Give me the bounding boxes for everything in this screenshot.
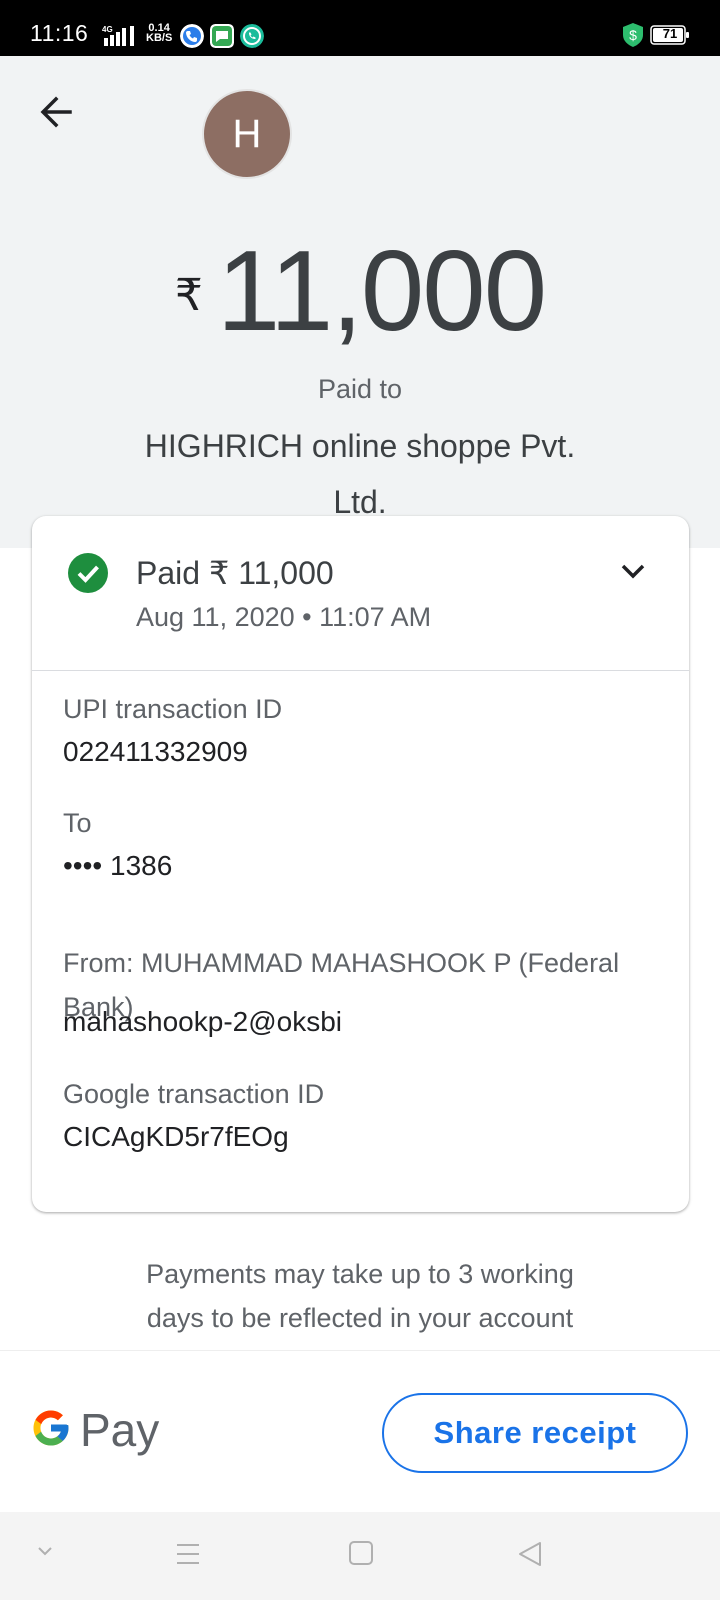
- system-navigation-bar: [0, 1512, 720, 1600]
- home-square-icon[interactable]: [348, 1540, 374, 1566]
- whatsapp-icon: [240, 24, 264, 48]
- status-time: 11:16: [30, 20, 89, 46]
- check-circle-icon: [68, 553, 108, 593]
- back-triangle-icon[interactable]: [516, 1540, 544, 1568]
- svg-text:$: $: [629, 27, 637, 43]
- upi-transaction-id-label: UPI transaction ID: [63, 694, 283, 724]
- shield-icon: $: [623, 23, 643, 47]
- status-bar: 11:16 4G 0.14 KB/S $ 71: [0, 0, 720, 56]
- to-label: To: [63, 808, 92, 838]
- chevron-down-icon[interactable]: [618, 556, 648, 586]
- from-upi-id: mahashookp-2@oksbi: [63, 1006, 343, 1037]
- google-g-icon: [33, 1410, 69, 1446]
- message-icon: [210, 24, 234, 48]
- to-account-value: •••• 1386: [63, 850, 173, 881]
- payment-datetime: Aug 11, 2020 • 11:07 AM: [136, 602, 432, 632]
- currency-symbol: ₹: [174, 271, 203, 320]
- phone-icon: [180, 24, 204, 48]
- menu-icon[interactable]: [174, 1540, 202, 1568]
- transaction-details-card: Paid ₹ 11,000 Aug 11, 2020 • 11:07 AM UP…: [32, 516, 689, 1212]
- network-speed: 0.14 KB/S: [146, 23, 173, 44]
- paid-to-label: Paid to: [317, 374, 403, 404]
- payment-summary[interactable]: Paid ₹ 11,000 Aug 11, 2020 • 11:07 AM: [32, 516, 689, 671]
- speed-unit: KB/S: [146, 32, 173, 44]
- amount-display: ₹11,000: [0, 226, 720, 357]
- paid-status: Paid ₹ 11,000: [136, 555, 334, 591]
- signal-icon: 4G: [102, 25, 134, 46]
- svg-text:4G: 4G: [102, 25, 113, 34]
- battery-level: 71: [662, 26, 678, 41]
- pay-wordmark: Pay: [80, 1404, 160, 1456]
- avatar: H: [202, 89, 292, 179]
- google-transaction-id-label: Google transaction ID: [63, 1079, 325, 1109]
- upi-transaction-id-value: 022411332909: [63, 736, 248, 767]
- amount-value: 11,000: [216, 228, 547, 355]
- chevron-down-icon[interactable]: [34, 1540, 56, 1562]
- back-arrow-icon[interactable]: [36, 92, 76, 132]
- google-transaction-id-value: CICAgKD5r7fEOg: [63, 1121, 289, 1152]
- merchant-name: HIGHRICH online shoppe Pvt. Ltd.: [144, 428, 576, 520]
- google-pay-logo: Pay: [30, 1403, 160, 1463]
- share-receipt-button[interactable]: Share receipt: [382, 1393, 688, 1473]
- bottom-bar: Pay Share receipt: [0, 1350, 720, 1512]
- processing-notice: Payments may take up to 3 working days t…: [146, 1259, 574, 1333]
